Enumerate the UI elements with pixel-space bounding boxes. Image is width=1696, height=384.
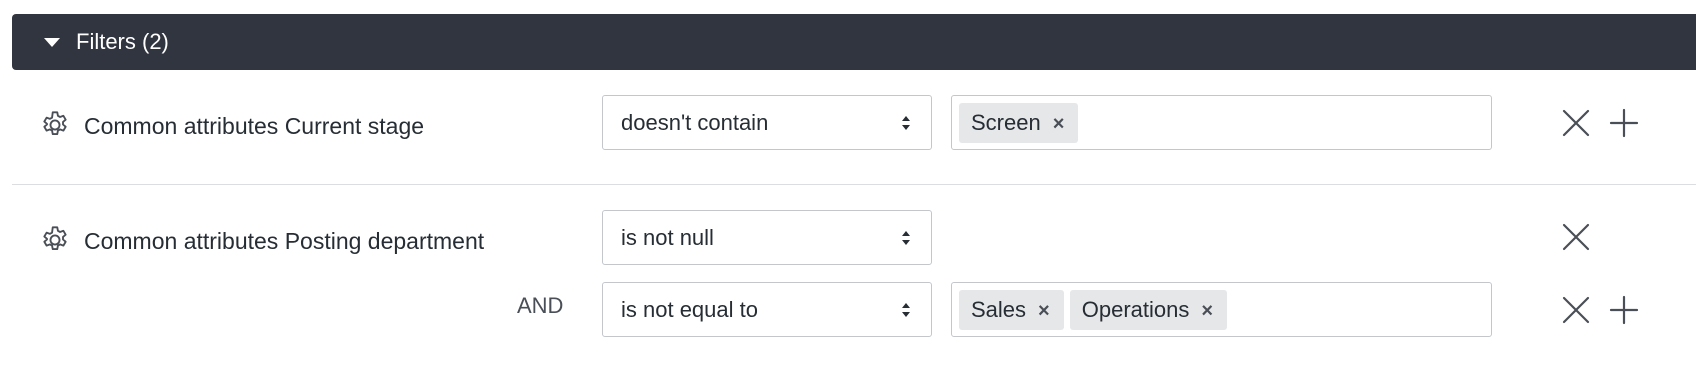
close-icon[interactable] bbox=[1561, 108, 1591, 138]
filters-title: Filters (2) bbox=[76, 29, 169, 54]
plus-icon[interactable] bbox=[1609, 295, 1639, 325]
filters-header[interactable]: Filters (2) bbox=[12, 14, 1696, 70]
operator-value: is not null bbox=[621, 224, 714, 250]
caret-down-icon[interactable] bbox=[44, 38, 60, 47]
close-icon[interactable] bbox=[1561, 222, 1591, 252]
operator-select[interactable]: is not equal to bbox=[602, 282, 932, 337]
tag-remove-icon[interactable]: × bbox=[1038, 301, 1050, 321]
tag-remove-icon[interactable]: × bbox=[1201, 301, 1213, 321]
value-tag: Operations × bbox=[1069, 289, 1228, 330]
operator-select[interactable]: doesn't contain bbox=[602, 95, 932, 150]
tag-label: Screen bbox=[971, 109, 1041, 135]
tag-input[interactable]: Screen × bbox=[951, 95, 1492, 150]
select-arrows-icon bbox=[902, 115, 910, 130]
tag-label: Operations bbox=[1081, 296, 1190, 322]
operator-value: doesn't contain bbox=[621, 109, 769, 135]
operator-select[interactable]: is not null bbox=[602, 210, 932, 265]
tag-input[interactable]: Sales × Operations × bbox=[951, 282, 1492, 337]
value-tag: Sales × bbox=[959, 289, 1064, 330]
tag-label: Sales bbox=[971, 296, 1027, 322]
gear-icon[interactable] bbox=[39, 224, 71, 256]
operator-value: is not equal to bbox=[621, 296, 758, 322]
close-icon[interactable] bbox=[1561, 295, 1591, 325]
select-arrows-icon bbox=[902, 230, 910, 245]
filter-field-label: Common attributes Posting department bbox=[84, 228, 485, 254]
filter-field-label: Common attributes Current stage bbox=[84, 113, 425, 139]
tag-remove-icon[interactable]: × bbox=[1053, 114, 1065, 134]
gear-icon[interactable] bbox=[39, 109, 71, 141]
and-conjunction: AND bbox=[517, 293, 564, 318]
plus-icon[interactable] bbox=[1609, 108, 1639, 138]
filter-divider bbox=[12, 184, 1696, 185]
value-tag: Screen × bbox=[959, 102, 1079, 143]
select-arrows-icon bbox=[902, 302, 910, 317]
